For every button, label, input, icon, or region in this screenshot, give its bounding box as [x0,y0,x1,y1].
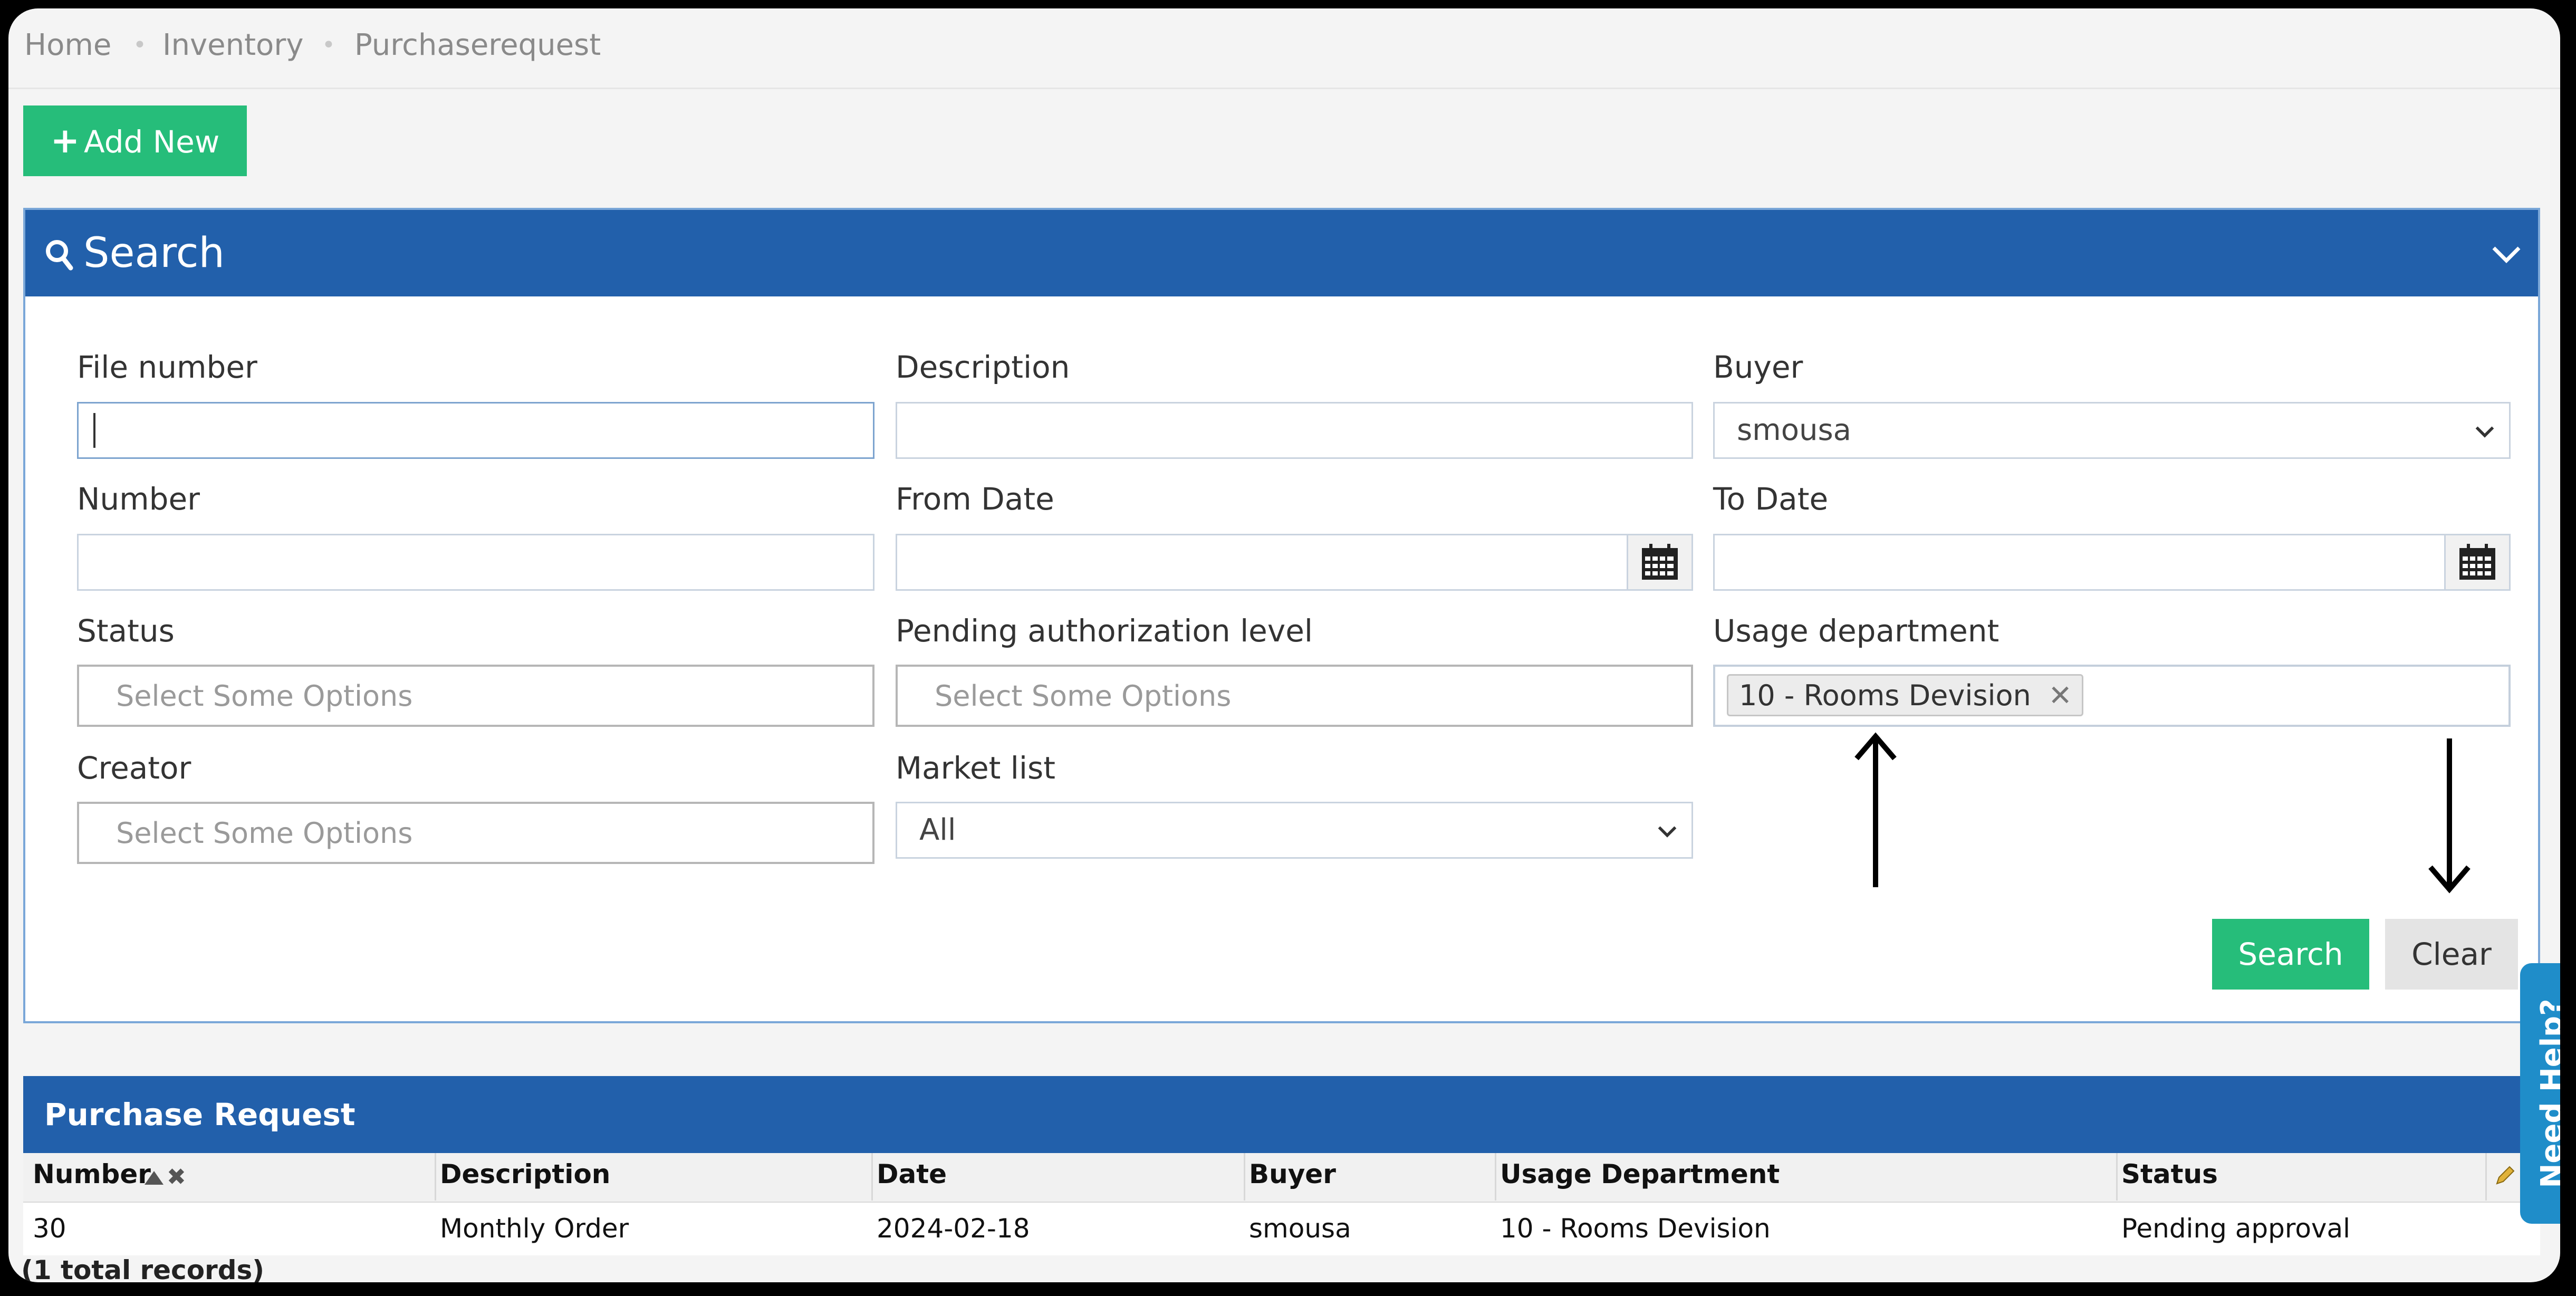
breadcrumb-home[interactable]: Home [24,24,111,66]
description-input[interactable] [896,402,1693,459]
market-list-select[interactable]: All [896,802,1693,859]
usage-department-multiselect[interactable]: 10 - Rooms Devision ✕ [1713,665,2511,727]
from-date-label: From Date [896,481,1054,517]
description-label: Description [896,349,1070,385]
breadcrumb-separator: • [133,32,147,59]
column-header-buyer[interactable]: Buyer [1249,1153,1336,1195]
to-date-calendar-button[interactable] [2444,535,2509,589]
results-title: Purchase Request [44,1097,355,1132]
app-frame: Home • Inventory • Purchaserequest + Add … [8,8,2560,1282]
status-label: Status [77,613,175,649]
usage-department-chip: 10 - Rooms Devision ✕ [1727,674,2083,716]
search-button[interactable]: Search [2212,919,2369,990]
cell-date: 2024-02-18 [877,1213,1030,1244]
need-help-tab[interactable]: Need Help? [2520,963,2560,1224]
clear-button[interactable]: Clear [2385,919,2518,990]
column-divider [871,1153,873,1201]
column-header-number[interactable]: Number [33,1153,151,1195]
sort-asc-icon[interactable] [143,1169,165,1187]
column-divider [1495,1153,1496,1201]
pending-authorization-level-label: Pending authorization level [896,613,1313,649]
search-panel-header[interactable]: Search [25,210,2538,296]
column-divider [435,1153,436,1201]
cell-usage-department: 10 - Rooms Devision [1500,1213,1771,1244]
results-header: Purchase Request [23,1076,2540,1153]
edit-icon[interactable] [2495,1165,2516,1186]
column-header-usage-department[interactable]: Usage Department [1500,1153,1780,1195]
breadcrumb-separator: • [322,32,335,59]
status-placeholder: Select Some Options [116,679,413,713]
number-input[interactable] [77,534,874,591]
column-header-status[interactable]: Status [2121,1153,2218,1195]
calendar-icon [2459,544,2495,580]
column-divider [1244,1153,1245,1201]
creator-placeholder: Select Some Options [116,817,413,850]
market-list-value: All [919,813,956,847]
usage-department-label: Usage department [1713,613,2000,649]
usage-department-chip-label: 10 - Rooms Devision [1739,679,2031,712]
text-cursor [93,413,95,448]
column-header-date[interactable]: Date [877,1153,947,1195]
need-help-label: Need Help? [2535,999,2560,1188]
cell-number: 30 [33,1213,66,1244]
status-multiselect[interactable]: Select Some Options [77,665,874,727]
creator-label: Creator [77,750,191,786]
buyer-value: smousa [1737,413,1851,447]
annotation-arrow-down [2428,738,2471,894]
to-date-input[interactable] [1713,534,2511,591]
file-number-label: File number [77,349,257,385]
search-panel-title: Search [83,229,225,277]
number-label: Number [77,481,200,517]
buyer-select[interactable]: smousa [1713,402,2511,459]
chevron-down-icon [1658,826,1677,838]
pending-authorization-level-placeholder: Select Some Options [935,679,1232,713]
breadcrumb-current: Purchaserequest [354,28,601,62]
calendar-icon [1642,544,1678,580]
column-divider [2116,1153,2118,1201]
add-new-button[interactable]: + Add New [23,105,247,176]
chevron-down-icon [2475,426,2494,438]
file-number-input[interactable] [77,402,874,459]
cell-status: Pending approval [2121,1213,2351,1244]
from-date-input[interactable] [896,534,1693,591]
cell-description: Monthly Order [440,1213,629,1244]
cell-buyer: smousa [1249,1213,1351,1244]
market-list-label: Market list [896,750,1055,786]
close-icon[interactable]: ✕ [2049,676,2072,716]
add-new-label: Add New [84,124,220,160]
search-panel: Search File number Description Buyer smo… [23,208,2540,1023]
to-date-label: To Date [1713,481,1829,517]
total-records: (1 total records) [21,1255,265,1282]
column-divider [2485,1153,2487,1201]
creator-multiselect[interactable]: Select Some Options [77,802,874,864]
pending-authorization-level-multiselect[interactable]: Select Some Options [896,665,1693,727]
plus-icon: + [50,120,80,161]
search-icon [46,240,73,271]
annotation-arrow-up [1854,732,1897,887]
breadcrumb-divider [8,88,2560,89]
remove-sort-icon[interactable]: ✖ [167,1161,186,1193]
buyer-label: Buyer [1713,349,1803,385]
chevron-down-icon[interactable] [2490,237,2523,271]
from-date-calendar-button[interactable] [1627,535,1691,589]
breadcrumb-inventory[interactable]: Inventory [162,24,303,66]
column-header-description[interactable]: Description [440,1153,610,1195]
